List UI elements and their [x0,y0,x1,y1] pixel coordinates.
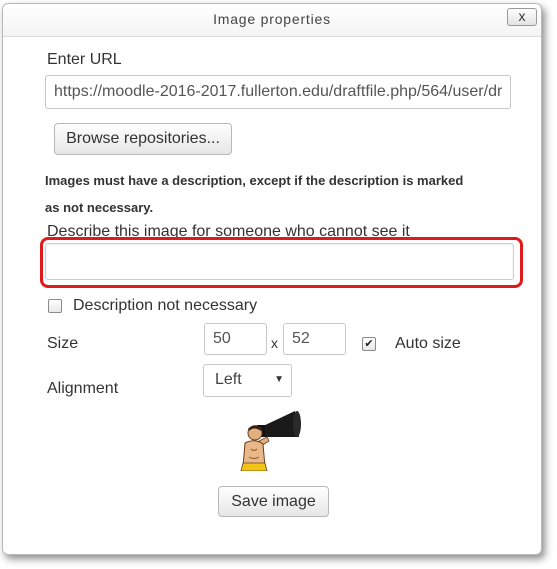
auto-size-checkbox[interactable]: ✔ [362,337,376,351]
chevron-down-icon: ▼ [274,374,284,385]
alignment-select[interactable]: Left ▼ [203,364,292,397]
alignment-label: Alignment [47,380,119,397]
auto-size-label: Auto size [395,335,461,352]
close-button[interactable]: x [507,8,537,26]
save-image-button[interactable]: Save image [218,486,329,517]
browse-repositories-button[interactable]: Browse repositories... [54,123,232,155]
width-input[interactable] [204,323,267,355]
megaphone-man-icon [240,411,301,472]
description-warning-line1: Images must have a description, except i… [45,173,464,188]
close-icon: x [518,8,526,24]
size-label: Size [47,335,79,352]
height-input[interactable] [283,323,346,355]
dialog-title: Image properties [213,11,331,27]
image-preview [239,407,301,472]
description-input[interactable] [45,243,514,280]
description-warning: Images must have a description, except i… [45,167,505,221]
description-not-necessary-label: Description not necessary [73,297,258,314]
url-input[interactable] [45,75,511,109]
description-label: Describe this image for someone who cann… [47,223,410,240]
enter-url-label: Enter URL [47,51,122,68]
description-warning-line2: as not necessary. [45,200,154,215]
checkmark-icon: ✔ [364,338,374,350]
dialog-titlebar[interactable]: Image properties x [3,4,541,37]
description-not-necessary-checkbox[interactable] [48,299,62,313]
alignment-selected-value: Left [215,371,242,388]
size-separator: x [271,335,278,351]
